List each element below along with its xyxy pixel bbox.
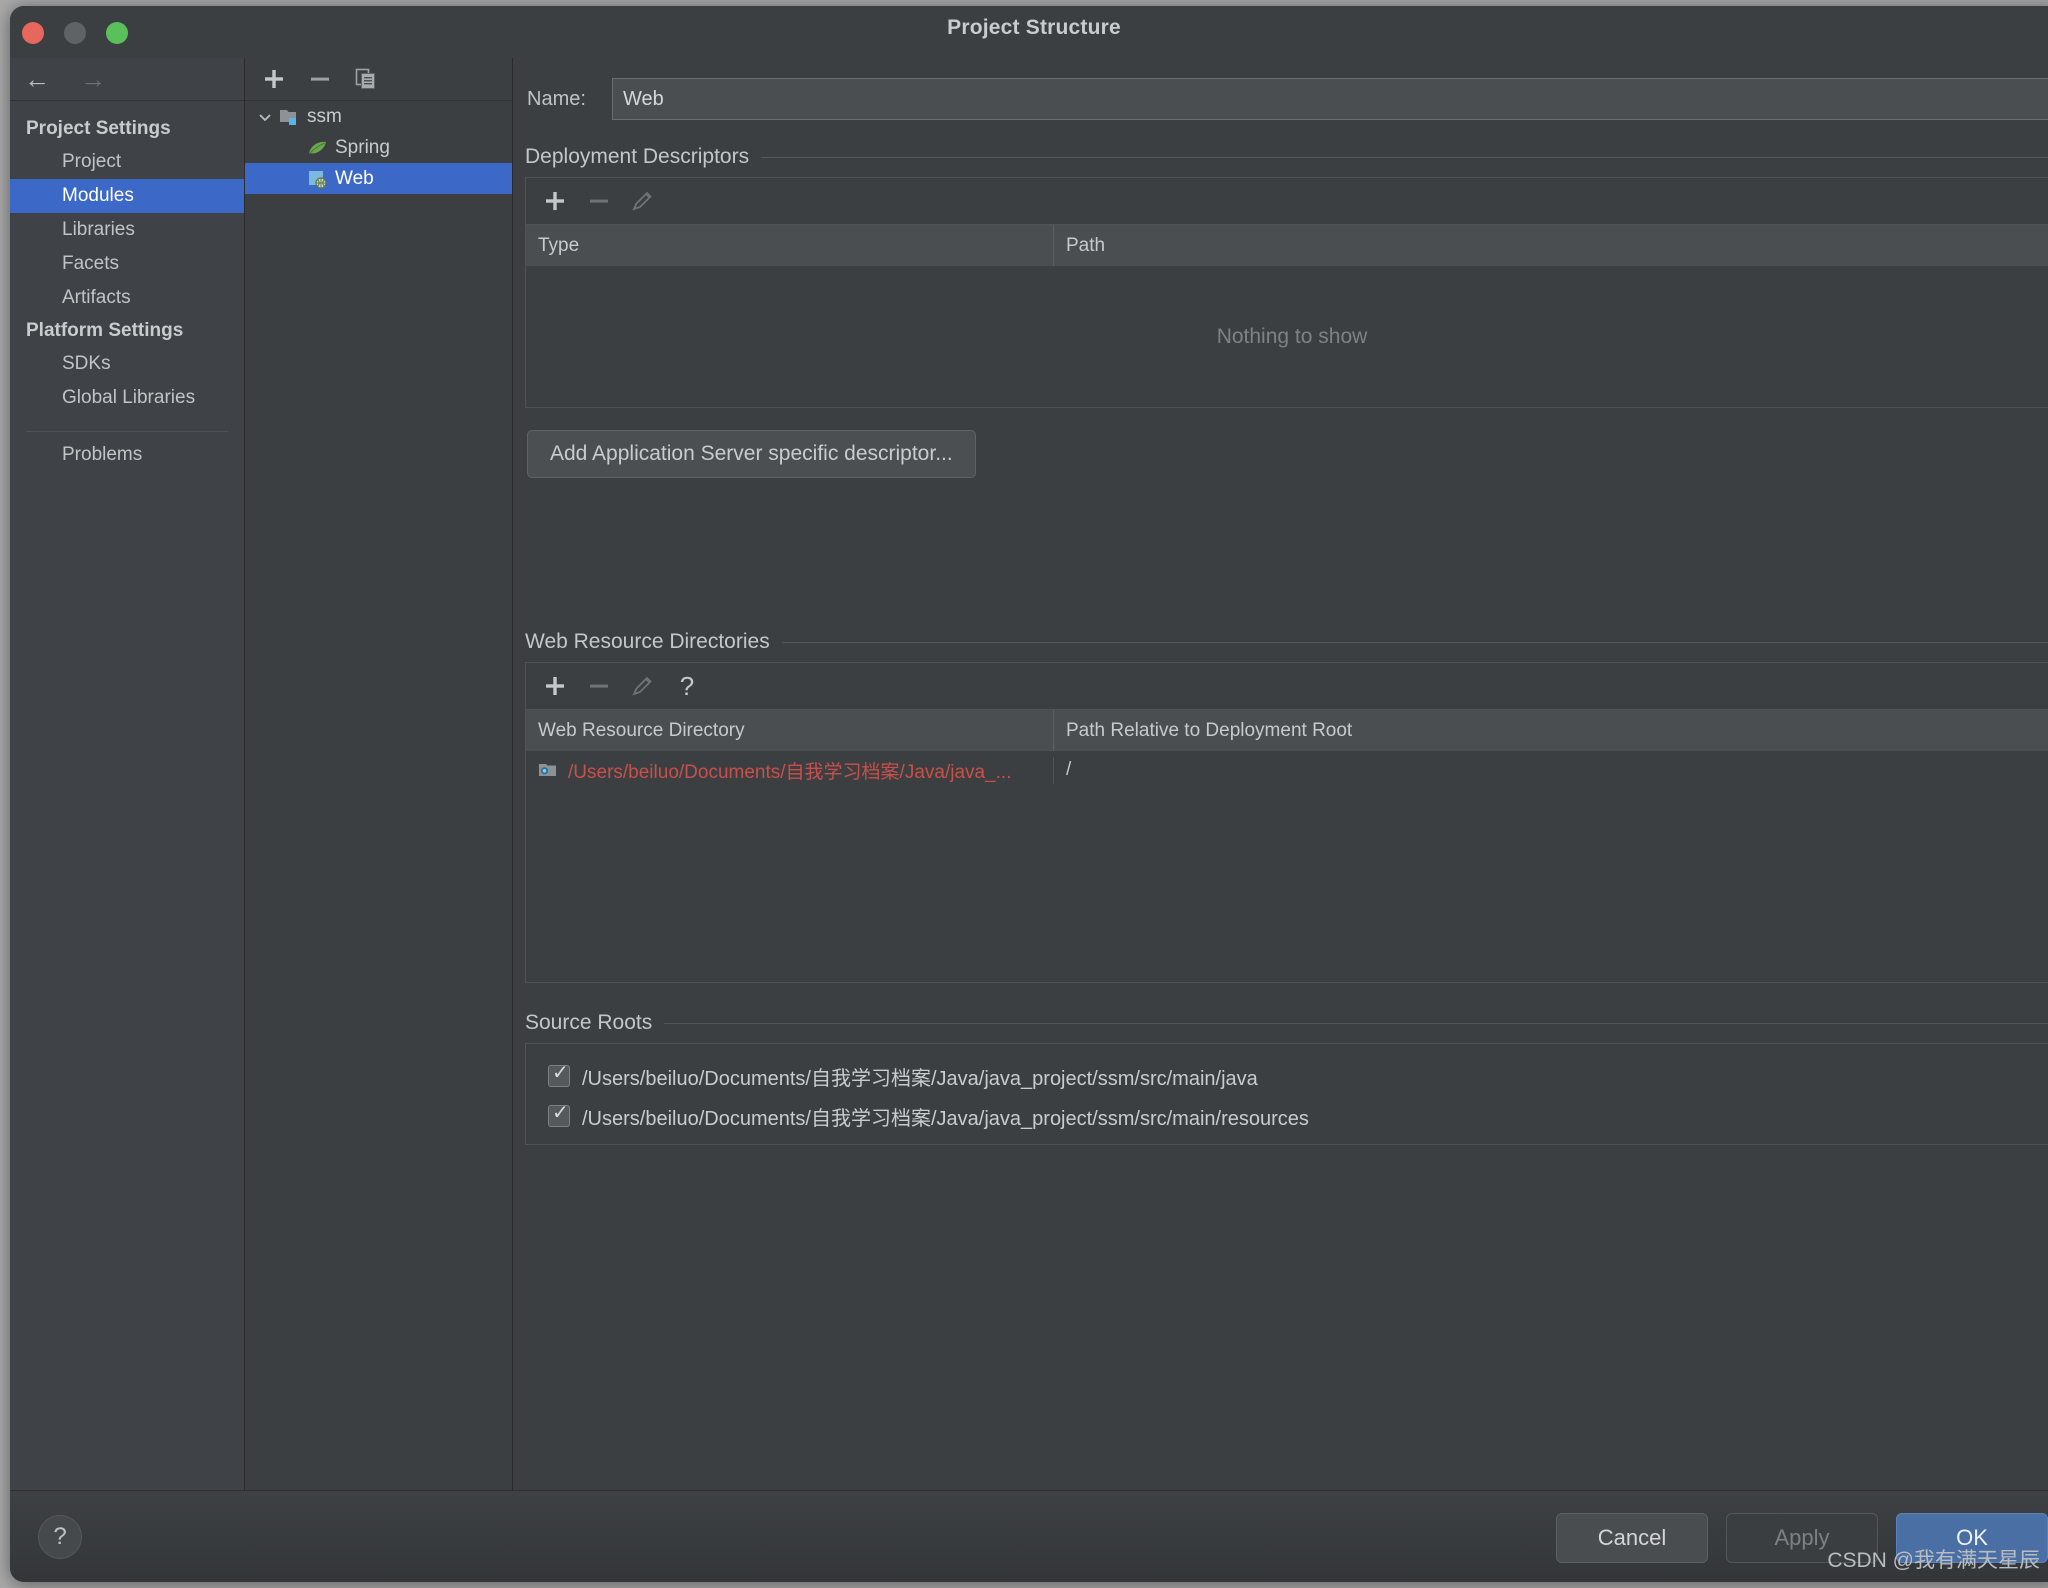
edit-descriptor-button[interactable] (628, 186, 658, 216)
source-root-item[interactable]: /Users/beiluo/Documents/自我学习档案/Java/java… (526, 1096, 2048, 1136)
web-resource-relative-path-cell[interactable]: / (1054, 759, 2048, 781)
remove-descriptor-button[interactable] (584, 186, 614, 216)
tree-row[interactable]: Spring (245, 132, 512, 163)
table-row[interactable]: /Users/beiluo/Documents/自我学习档案/Java/java… (526, 752, 2048, 788)
source-roots-header: Source Roots (525, 1011, 2048, 1035)
web-resource-table-body: /Users/beiluo/Documents/自我学习档案/Java/java… (526, 752, 2048, 982)
remove-web-resource-button[interactable] (584, 671, 614, 701)
sidebar-item-artifacts[interactable]: Artifacts (10, 281, 244, 315)
source-root-checkbox[interactable] (548, 1065, 570, 1087)
add-descriptor-button[interactable] (540, 186, 570, 216)
sidebar-group-platform-settings: Platform Settings (10, 315, 244, 347)
deployment-table-header: Type Path (526, 225, 2048, 267)
source-root-item[interactable]: /Users/beiluo/Documents/自我学习档案/Java/java… (526, 1056, 2048, 1096)
add-web-resource-button[interactable] (540, 671, 570, 701)
sidebar-group-project-settings: Project Settings (10, 113, 244, 145)
column-header-type[interactable]: Type (526, 225, 1054, 266)
deployment-descriptors-box: Type Path Nothing to show (525, 177, 2048, 408)
sidebar-item-modules[interactable]: Modules (10, 179, 244, 213)
deployment-descriptors-header: Deployment Descriptors (525, 145, 2048, 169)
section-rule (782, 642, 2048, 643)
titlebar: Project Structure (10, 6, 2048, 58)
window-title: Project Structure (10, 16, 2048, 40)
module-name-label: Name: (527, 88, 612, 111)
source-root-path: /Users/beiluo/Documents/自我学习档案/Java/java… (582, 1062, 1258, 1091)
section-title: Web Resource Directories (525, 630, 770, 654)
remove-module-button[interactable] (305, 64, 335, 94)
spring-leaf-icon (305, 138, 331, 158)
add-app-server-descriptor-button[interactable]: Add Application Server specific descript… (527, 430, 976, 478)
web-resource-directories-header: Web Resource Directories (525, 630, 2048, 654)
column-header-relative-path[interactable]: Path Relative to Deployment Root (1054, 710, 2048, 751)
dialog-footer: ? Cancel Apply OK CSDN @我有满天星辰 (10, 1490, 2048, 1582)
section-title: Source Roots (525, 1011, 652, 1035)
nav-history-bar: ← → (10, 58, 244, 101)
web-resource-toolbar: ? (526, 663, 2048, 710)
tree-node-label: ssm (307, 106, 342, 128)
settings-sidebar: ← → Project Settings Project Modules Lib… (10, 58, 245, 1490)
tree-node-label: Spring (335, 137, 390, 159)
tree-row[interactable]: ssm (245, 101, 512, 132)
copy-module-button[interactable] (351, 64, 381, 94)
module-tree-toolbar (245, 58, 512, 101)
sidebar-item-problems[interactable]: Problems (10, 438, 244, 472)
add-module-button[interactable] (259, 64, 289, 94)
module-name-row: Name: (527, 77, 2048, 121)
sidebar-item-sdks[interactable]: SDKs (10, 347, 244, 381)
tree-node-label: Web (335, 168, 374, 190)
web-resource-help-icon[interactable]: ? (672, 671, 702, 701)
section-title: Deployment Descriptors (525, 145, 749, 169)
section-rule (761, 157, 2048, 158)
chevron-down-icon[interactable] (253, 109, 277, 125)
help-button[interactable]: ? (38, 1515, 82, 1559)
back-arrow-icon[interactable]: ← (20, 64, 54, 94)
tree-row-selected[interactable]: Web (245, 163, 512, 194)
sidebar-item-libraries[interactable]: Libraries (10, 213, 244, 247)
section-rule (664, 1023, 2048, 1024)
column-header-web-resource-directory[interactable]: Web Resource Directory (526, 710, 1054, 751)
deployment-toolbar (526, 178, 2048, 225)
source-root-path: /Users/beiluo/Documents/自我学习档案/Java/java… (582, 1102, 1309, 1131)
web-module-icon (305, 169, 331, 189)
deployment-empty-state: Nothing to show (526, 267, 2048, 407)
module-detail-panel: Name: Deployment Descriptors (513, 58, 2048, 1490)
source-roots-box: /Users/beiluo/Documents/自我学习档案/Java/java… (525, 1043, 2048, 1145)
module-name-input[interactable] (612, 78, 2048, 120)
folder-web-icon (538, 760, 560, 780)
web-resource-directories-box: ? Web Resource Directory Path Relative t… (525, 662, 2048, 983)
project-structure-dialog: Project Structure ← → Project Settings P… (10, 6, 2048, 1582)
forward-arrow-icon[interactable]: → (76, 64, 110, 94)
sidebar-divider (26, 431, 228, 432)
source-root-checkbox[interactable] (548, 1105, 570, 1127)
web-resource-table-header: Web Resource Directory Path Relative to … (526, 710, 2048, 752)
cancel-button[interactable]: Cancel (1556, 1513, 1708, 1563)
sidebar-item-facets[interactable]: Facets (10, 247, 244, 281)
sidebar-list: Project Settings Project Modules Librari… (10, 101, 244, 472)
dialog-body: ← → Project Settings Project Modules Lib… (10, 58, 2048, 1490)
edit-web-resource-button[interactable] (628, 671, 658, 701)
module-folder-icon (277, 107, 303, 127)
web-resource-directory-cell[interactable]: /Users/beiluo/Documents/自我学习档案/Java/java… (526, 757, 1054, 784)
sidebar-item-project[interactable]: Project (10, 145, 244, 179)
sidebar-item-global-libraries[interactable]: Global Libraries (10, 381, 244, 415)
column-header-path[interactable]: Path (1054, 225, 2048, 266)
watermark-text: CSDN @我有满天星辰 (1827, 1544, 2040, 1574)
module-tree-panel: ssm Spring (245, 58, 513, 1490)
web-resource-directory-text: /Users/beiluo/Documents/自我学习档案/Java/java… (568, 757, 1012, 784)
